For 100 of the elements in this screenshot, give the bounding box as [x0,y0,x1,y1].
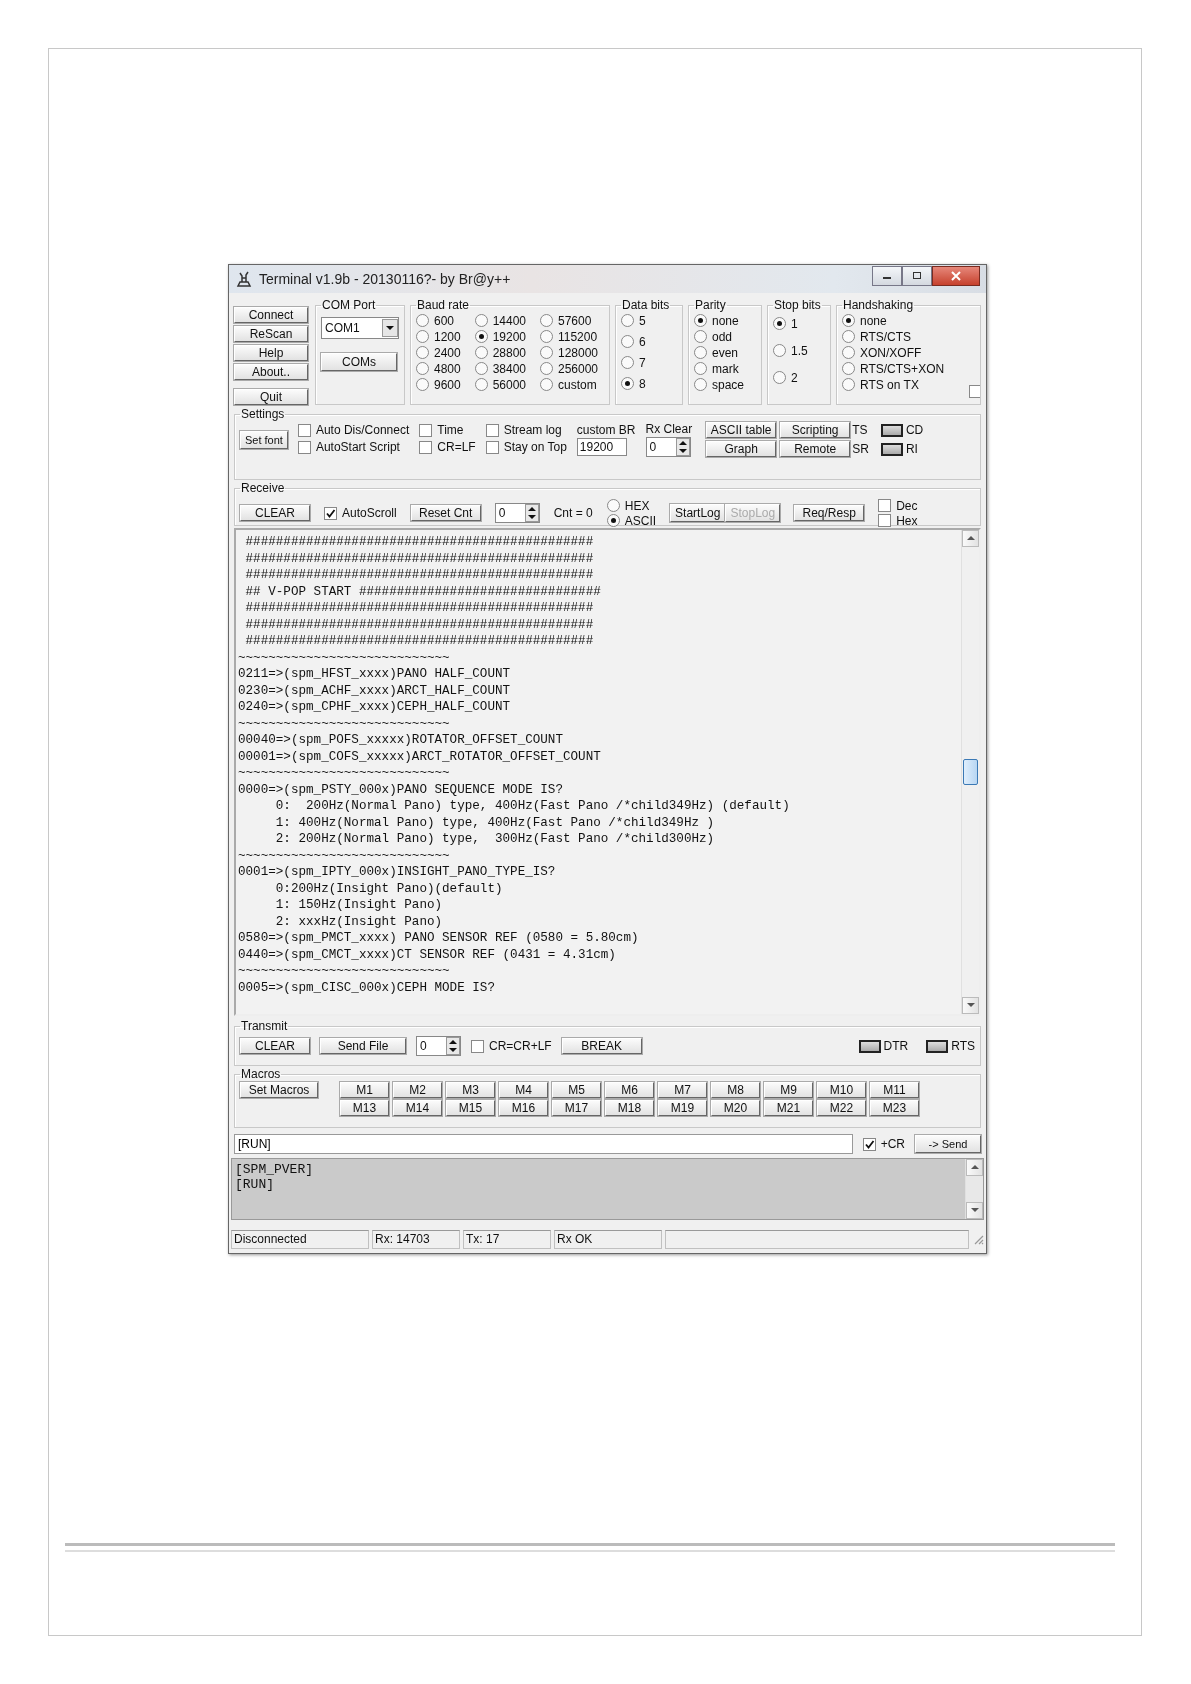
checkbox[interactable] [324,506,337,520]
radio-button[interactable] [773,371,786,384]
button[interactable]: ReScan [234,326,308,342]
button[interactable]: M13 [340,1100,389,1116]
radio-button[interactable] [606,499,620,512]
radio-button[interactable] [540,362,553,375]
button[interactable]: M10 [817,1082,866,1098]
checkbox[interactable] [969,385,980,398]
checkbox[interactable] [878,499,892,512]
radio-button[interactable] [694,362,707,375]
radio-button[interactable] [773,317,786,330]
radio-button[interactable] [621,377,634,390]
radio-button[interactable] [842,362,855,375]
radio-button[interactable] [416,346,429,359]
radio-button[interactable] [694,346,707,359]
checkbox[interactable] [485,423,499,437]
button[interactable]: Connect [234,307,308,323]
button[interactable]: Scripting [780,422,851,438]
button[interactable]: About.. [234,364,308,380]
radio-button[interactable] [474,314,488,327]
button[interactable]: CLEAR [240,1038,310,1054]
button[interactable]: ASCII table [706,422,777,438]
checkbox[interactable] [862,1137,876,1151]
radio-button[interactable] [416,330,429,343]
radio-button[interactable] [621,314,634,327]
button[interactable]: M1 [340,1082,389,1098]
button[interactable]: Set Macros [240,1082,318,1098]
radio-button[interactable] [540,378,553,391]
button[interactable]: M3 [446,1082,495,1098]
maximize-button[interactable] [902,266,932,286]
radio-button[interactable] [621,356,634,369]
button[interactable]: Quit [234,389,308,405]
radio-button[interactable] [842,346,855,359]
radio-button[interactable] [621,335,634,348]
button[interactable]: CLEAR [240,505,310,521]
text-field[interactable]: 19200 [576,438,627,456]
button[interactable]: M16 [499,1100,548,1116]
number-field[interactable]: 0 [494,503,540,523]
close-button[interactable] [932,266,980,286]
button[interactable]: -> Send [915,1135,981,1153]
checkbox[interactable] [419,423,433,437]
checkbox[interactable] [471,1039,484,1053]
checkbox[interactable] [297,440,311,454]
button[interactable]: Send File [320,1038,406,1054]
button[interactable]: M6 [605,1082,654,1098]
radio-button[interactable] [416,378,429,391]
button[interactable]: M14 [393,1100,442,1116]
checkbox[interactable] [878,514,892,527]
radio-button[interactable] [842,314,855,327]
button[interactable]: M22 [817,1100,866,1116]
button[interactable]: Graph [706,441,777,457]
radio-button[interactable] [474,378,488,391]
checkbox[interactable] [419,440,433,454]
radio-button[interactable] [694,330,707,343]
minimize-button[interactable] [872,266,902,286]
button[interactable]: M5 [552,1082,601,1098]
button[interactable]: M11 [870,1082,919,1098]
radio-button[interactable] [694,314,707,327]
button[interactable]: M23 [870,1100,919,1116]
scrollbar[interactable] [961,530,979,1014]
radio-button[interactable] [474,330,488,343]
radio-button[interactable] [540,330,553,343]
checkbox[interactable] [297,423,311,437]
radio-button[interactable] [694,378,707,391]
button[interactable]: M9 [764,1082,813,1098]
radio-button[interactable] [540,346,553,359]
radio-button[interactable] [842,378,855,391]
radio-button[interactable] [416,362,429,375]
button[interactable]: M15 [446,1100,495,1116]
scrollbar[interactable] [965,1159,983,1219]
radio-button[interactable] [773,344,786,357]
radio-label: HEX [624,498,650,513]
radio-button[interactable] [474,362,488,375]
button[interactable]: M17 [552,1100,601,1116]
button[interactable]: Req/Resp [794,505,865,521]
radio-button[interactable] [474,346,488,359]
button[interactable]: M7 [658,1082,707,1098]
button[interactable]: M8 [711,1082,760,1098]
command-field[interactable]: [RUN] [234,1134,853,1154]
radio-button[interactable] [416,314,429,327]
button[interactable]: M4 [499,1082,548,1098]
button[interactable]: Help [234,345,308,361]
radio-button[interactable] [540,314,553,327]
button[interactable]: StartLog [670,504,726,522]
button[interactable]: M19 [658,1100,707,1116]
number-field[interactable]: 0 [645,437,691,457]
button[interactable]: M21 [764,1100,813,1116]
port-dropdown[interactable]: COM1 [321,317,399,339]
button[interactable]: COMs [321,353,397,371]
button[interactable]: M2 [393,1082,442,1098]
button[interactable]: M20 [711,1100,760,1116]
radio-button[interactable] [606,514,620,527]
radio-button[interactable] [842,330,855,343]
number-field[interactable]: 0 [416,1036,461,1056]
button[interactable]: Reset Cnt [410,505,481,521]
button[interactable]: Set font [240,430,288,449]
button[interactable]: M18 [605,1100,654,1116]
checkbox[interactable] [485,440,499,454]
button[interactable]: Remote [780,441,851,457]
button[interactable]: BREAK [561,1038,642,1054]
